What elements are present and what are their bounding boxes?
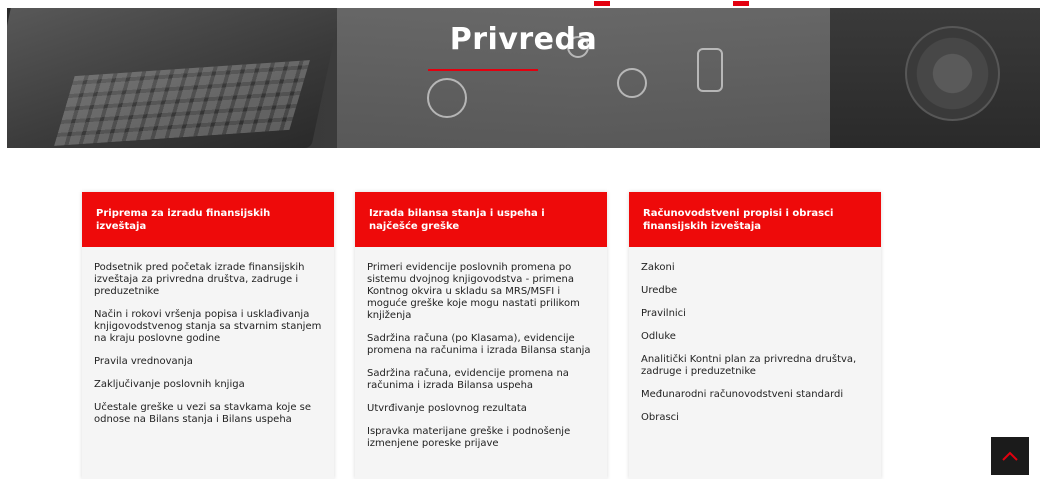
- scroll-to-top-button[interactable]: [991, 437, 1029, 475]
- title-underline: [428, 69, 538, 71]
- card-link-list: Podsetnik pred početak izrade finansijsk…: [82, 247, 334, 426]
- card-link[interactable]: Međunarodni računovodstveni standardi: [641, 389, 869, 401]
- card-propisi: Računovodstveni propisi i obrasci finans…: [629, 192, 881, 479]
- card-link[interactable]: Utvrđivanje poslovnog rezultata: [367, 403, 595, 415]
- chevron-up-icon: [1002, 451, 1018, 461]
- card-link[interactable]: Ispravka materijane greške i podnošenje …: [367, 426, 595, 450]
- top-strip: [0, 0, 1047, 8]
- card-link[interactable]: Podsetnik pred početak izrade finansijsk…: [94, 262, 322, 298]
- card-link[interactable]: Pravilnici: [641, 308, 869, 320]
- card-link[interactable]: Učestale greške u vezi sa stavkama koje …: [94, 402, 322, 426]
- card-link[interactable]: Sadržina računa, evidencije promena na r…: [367, 368, 595, 392]
- card-priprema: Priprema za izradu finansijskih izveštaj…: [82, 192, 334, 479]
- card-link-list: Primeri evidencije poslovnih promena po …: [355, 247, 607, 450]
- card-izrada-bilansa: Izrada bilansa stanja i uspeha i najčešć…: [355, 192, 607, 479]
- card-link[interactable]: Analitički Kontni plan za privredna druš…: [641, 354, 869, 378]
- card-link[interactable]: Pravila vrednovanja: [94, 356, 322, 368]
- card-link-list: Zakoni Uredbe Pravilnici Odluke Analitič…: [629, 247, 881, 424]
- hero-doodle: [427, 78, 467, 118]
- top-strip-mark: [733, 1, 749, 6]
- top-strip-mark: [594, 1, 610, 6]
- card-title: Priprema za izradu finansijskih izveštaj…: [82, 192, 334, 247]
- card-link[interactable]: Obrasci: [641, 412, 869, 424]
- card-title: Izrada bilansa stanja i uspeha i najčešć…: [355, 192, 607, 247]
- card-link[interactable]: Primeri evidencije poslovnih promena po …: [367, 262, 595, 322]
- page-title: Privreda: [449, 22, 598, 57]
- card-link[interactable]: Zaključivanje poslovnih knjiga: [94, 379, 322, 391]
- card-link[interactable]: Uredbe: [641, 285, 869, 297]
- hero-doodle: [617, 68, 647, 98]
- card-link[interactable]: Zakoni: [641, 262, 869, 274]
- card-title: Računovodstveni propisi i obrasci finans…: [629, 192, 881, 247]
- card-link[interactable]: Sadržina računa (po Klasama), evidencije…: [367, 333, 595, 357]
- hero-banner: Privreda: [7, 8, 1040, 148]
- card-link[interactable]: Način i rokovi vršenja popisa i usklađiv…: [94, 309, 322, 345]
- card-link[interactable]: Odluke: [641, 331, 869, 343]
